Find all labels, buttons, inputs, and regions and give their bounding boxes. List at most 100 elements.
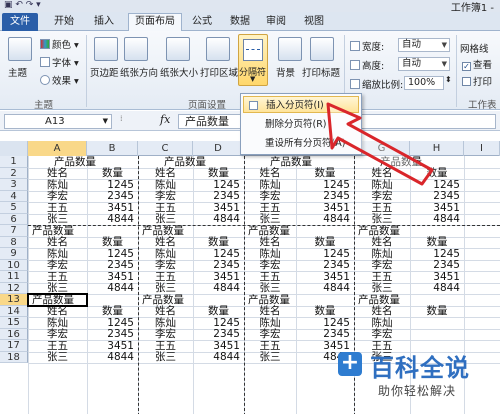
cell-e8[interactable]: 姓名 xyxy=(244,237,296,248)
cell-i8[interactable] xyxy=(464,237,500,248)
cell-i5[interactable] xyxy=(464,203,500,214)
cell-d10[interactable]: 2345 xyxy=(193,260,244,271)
cell-e17[interactable]: 王五 xyxy=(244,340,296,352)
cell-c11[interactable]: 王五 xyxy=(138,271,193,283)
row-header[interactable]: 4 xyxy=(0,190,28,202)
row-header[interactable]: 17 xyxy=(0,340,28,352)
cell-a6[interactable]: 张三 xyxy=(28,214,87,225)
cell-i16[interactable] xyxy=(464,329,500,340)
row-header[interactable]: 1 xyxy=(0,156,28,168)
cell-e14[interactable]: 姓名 xyxy=(244,306,296,317)
cell-c16[interactable]: 李宏 xyxy=(138,329,193,340)
row-header[interactable]: 5 xyxy=(0,202,28,214)
print-area-button[interactable]: 打印区域 xyxy=(200,65,238,79)
cell-f6[interactable]: 4844 xyxy=(296,214,354,225)
cell-b9[interactable]: 1245 xyxy=(87,248,138,260)
cell-e16[interactable]: 李宏 xyxy=(244,329,296,340)
cell-b10[interactable]: 2345 xyxy=(87,260,138,271)
row-header[interactable]: 7 xyxy=(0,225,28,237)
cell-i7[interactable] xyxy=(464,226,500,237)
cell-e10[interactable]: 李宏 xyxy=(244,260,296,271)
cell-i15[interactable] xyxy=(464,318,500,329)
cell-h5[interactable]: 3451 xyxy=(410,202,464,214)
cell-f4[interactable]: 2345 xyxy=(296,191,354,202)
resize-handle-icon[interactable]: ⁞ xyxy=(120,114,123,123)
cell-f10[interactable]: 2345 xyxy=(296,260,354,271)
margins-icon[interactable] xyxy=(94,37,118,61)
cell-i11[interactable] xyxy=(464,272,500,283)
cell-c6[interactable]: 张三 xyxy=(138,214,193,225)
cell-h8[interactable]: 数量 xyxy=(410,237,464,248)
cell-d1[interactable] xyxy=(193,157,244,168)
print-area-icon[interactable] xyxy=(206,37,230,61)
orientation-icon[interactable] xyxy=(124,37,148,61)
cell-b18[interactable]: 4844 xyxy=(87,352,138,363)
cell-b5[interactable]: 3451 xyxy=(87,202,138,214)
cell-a8[interactable]: 姓名 xyxy=(28,237,87,248)
effects-button[interactable]: 效果 ▾ xyxy=(40,73,79,87)
cell-i3[interactable] xyxy=(464,180,500,191)
tab-data[interactable]: 数据 xyxy=(224,14,256,31)
cell-d11[interactable]: 3451 xyxy=(193,271,244,283)
cell-a9[interactable]: 陈灿 xyxy=(28,248,87,260)
cell-i6[interactable] xyxy=(464,214,500,225)
cell-d14[interactable]: 数量 xyxy=(193,306,244,317)
cell-d2[interactable]: 数量 xyxy=(193,168,244,179)
cell-b6[interactable]: 4844 xyxy=(87,214,138,225)
tab-formulas[interactable]: 公式 xyxy=(186,14,218,31)
cell-b7[interactable] xyxy=(87,226,138,237)
scale-stepper[interactable]: ⬍ xyxy=(445,75,452,84)
orientation-button[interactable]: 纸张方向 xyxy=(120,65,158,79)
row-header[interactable]: 6 xyxy=(0,213,28,225)
cell-f14[interactable]: 数量 xyxy=(296,306,354,317)
cell-b14[interactable]: 数量 xyxy=(87,306,138,317)
cell-c17[interactable]: 王五 xyxy=(138,340,193,352)
row-header[interactable]: 18 xyxy=(0,351,28,363)
cell-h13[interactable] xyxy=(410,295,464,306)
tab-page-layout[interactable]: 页面布局 xyxy=(128,13,182,31)
cell-b11[interactable]: 3451 xyxy=(87,271,138,283)
cell-e2[interactable]: 姓名 xyxy=(244,168,296,179)
tab-review[interactable]: 审阅 xyxy=(260,14,292,31)
cell-c15[interactable]: 陈灿 xyxy=(138,317,193,329)
cell-g8[interactable]: 姓名 xyxy=(354,237,410,248)
scale-input[interactable]: 100% xyxy=(404,76,444,90)
cell-d15[interactable]: 1245 xyxy=(193,317,244,329)
cell-g6[interactable]: 张三 xyxy=(354,214,410,225)
cell-d12[interactable]: 4844 xyxy=(193,283,244,294)
cell-d6[interactable]: 4844 xyxy=(193,214,244,225)
cell-d7[interactable] xyxy=(193,226,244,237)
cell-b12[interactable]: 4844 xyxy=(87,283,138,294)
tab-home[interactable]: 开始 xyxy=(46,14,82,31)
cell-f12[interactable]: 4844 xyxy=(296,283,354,294)
cell-b8[interactable]: 数量 xyxy=(87,237,138,248)
cell-i10[interactable] xyxy=(464,260,500,271)
cell-c5[interactable]: 王五 xyxy=(138,202,193,214)
cell-g12[interactable]: 张三 xyxy=(354,283,410,294)
cell-a4[interactable]: 李宏 xyxy=(28,191,87,202)
cell-e5[interactable]: 王五 xyxy=(244,202,296,214)
row-header[interactable]: 9 xyxy=(0,248,28,260)
name-box[interactable]: A13 ▼ xyxy=(4,114,112,129)
cell-e12[interactable]: 张三 xyxy=(244,283,296,294)
width-select[interactable]: 自动 ▼ xyxy=(398,38,450,52)
cell-a2[interactable]: 姓名 xyxy=(28,168,87,179)
gridlines-print-checkbox[interactable]: 打印 xyxy=(462,74,492,88)
cell-g14[interactable]: 姓名 xyxy=(354,306,410,317)
cell-f15[interactable]: 1245 xyxy=(296,317,354,329)
cell-g4[interactable]: 李宏 xyxy=(354,191,410,202)
cell-h6[interactable]: 4844 xyxy=(410,214,464,225)
row-header[interactable]: 11 xyxy=(0,271,28,283)
cell-c4[interactable]: 李宏 xyxy=(138,191,193,202)
cell-f16[interactable]: 2345 xyxy=(296,329,354,340)
cell-g15[interactable]: 陈灿 xyxy=(354,317,410,329)
cell-e15[interactable]: 陈灿 xyxy=(244,317,296,329)
cell-b1[interactable] xyxy=(87,157,138,168)
fonts-button[interactable]: 字体 ▾ xyxy=(40,55,79,69)
cell-d18[interactable]: 4844 xyxy=(193,352,244,363)
cell-c8[interactable]: 姓名 xyxy=(138,237,193,248)
cell-c10[interactable]: 李宏 xyxy=(138,260,193,271)
cell-i9[interactable] xyxy=(464,249,500,260)
cell-h15[interactable] xyxy=(410,318,464,329)
cell-c12[interactable]: 张三 xyxy=(138,283,193,294)
